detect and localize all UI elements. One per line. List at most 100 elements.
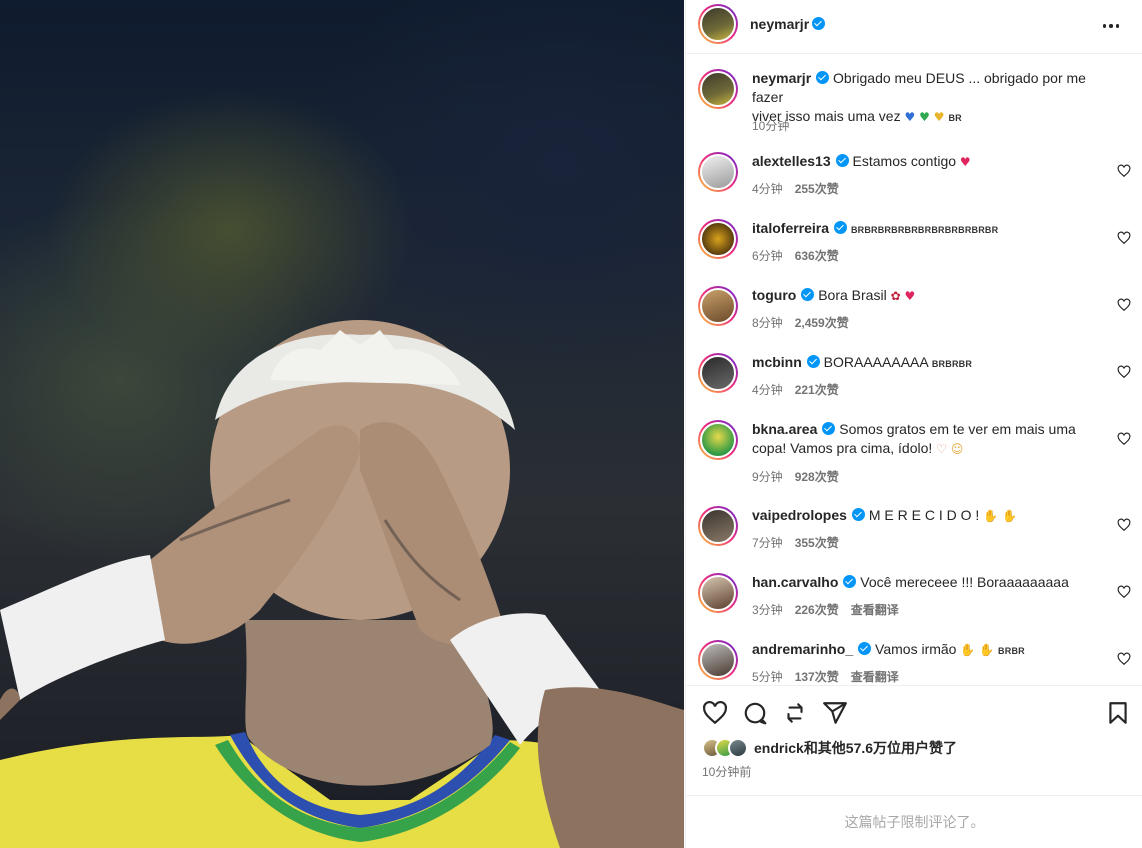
comment-meta: 5分钟 137次赞 查看翻译 xyxy=(752,668,911,685)
comment-text: Vamos irmão xyxy=(875,641,957,657)
verified-icon xyxy=(843,575,857,588)
commenter-avatar[interactable] xyxy=(698,420,738,460)
green-heart-icon: ♥ xyxy=(919,110,930,124)
heart-icon[interactable] xyxy=(1117,652,1131,666)
heart-icon[interactable] xyxy=(1117,432,1131,446)
comment-likes[interactable]: 137次赞 xyxy=(795,670,839,684)
comment-time: 8分钟 xyxy=(752,316,783,330)
verified-icon xyxy=(801,288,815,301)
comment-time: 3分钟 xyxy=(752,603,783,617)
see-translation-link[interactable]: 查看翻译 xyxy=(851,670,899,684)
heart-icon[interactable] xyxy=(1117,298,1131,312)
bookmark-icon[interactable] xyxy=(1105,700,1131,726)
comment-body: bkna.area Somos gratos em te ver em mais… xyxy=(752,420,1112,459)
commenter-avatar[interactable] xyxy=(698,219,738,259)
comment-text: Estamos contigo xyxy=(852,153,957,169)
commenter-avatar[interactable] xyxy=(698,286,738,326)
comment-icon[interactable] xyxy=(742,700,768,726)
author-name-wrap[interactable]: neymarjr xyxy=(750,16,826,32)
heart-icon[interactable] xyxy=(1117,585,1131,599)
comment-username[interactable]: mcbinn xyxy=(752,354,802,370)
commenter-avatar[interactable] xyxy=(698,640,738,680)
comment-username[interactable]: alextelles13 xyxy=(752,153,831,169)
comment-text-line2: copa! Vamos pra cima, ídolo! xyxy=(752,440,933,456)
comment-flags: BRBRBR xyxy=(931,359,973,369)
post-timestamp: 10分钟前 xyxy=(702,765,752,779)
comment-body: mcbinn BORAAAAAAAA BRBRBR xyxy=(752,353,1112,374)
verified-icon xyxy=(851,508,865,521)
heart-icon[interactable] xyxy=(1117,164,1131,178)
comment-time: 7分钟 xyxy=(752,536,783,550)
liker-name[interactable]: endrick xyxy=(754,740,804,756)
comment-meta: 4分钟 221次赞 xyxy=(752,381,851,398)
comment-username[interactable]: italoferreira xyxy=(752,220,829,236)
commenter-avatar[interactable] xyxy=(698,573,738,613)
verified-icon xyxy=(834,221,848,234)
verified-icon xyxy=(812,17,826,30)
verified-icon xyxy=(822,422,836,435)
comment-username[interactable]: han.carvalho xyxy=(752,574,838,590)
comment-flags: BRBR xyxy=(998,646,1025,656)
player-illustration xyxy=(0,320,684,848)
author-avatar[interactable] xyxy=(698,4,738,44)
comment-likes[interactable]: 255次赞 xyxy=(795,182,839,196)
comment-likes[interactable]: 636次赞 xyxy=(795,249,839,263)
share-icon[interactable] xyxy=(782,700,808,726)
post-side-panel: neymarjr neymarjr Obrigado meu DEUS ... … xyxy=(685,0,1142,848)
comment-likes[interactable]: 355次赞 xyxy=(795,536,839,550)
comment-time: 6分钟 xyxy=(752,249,783,263)
see-translation-link[interactable]: 查看翻译 xyxy=(851,603,899,617)
comments-list[interactable]: neymarjr Obrigado meu DEUS ... obrigado … xyxy=(686,55,1142,685)
blue-heart-icon: ♥ xyxy=(904,110,916,124)
comment-body: alextelles13 Estamos contigo ♥ xyxy=(752,152,1112,172)
author-username[interactable]: neymarjr xyxy=(750,16,809,32)
commenter-avatar[interactable] xyxy=(698,353,738,393)
comment-text: M E R E C I D O ! xyxy=(868,507,980,523)
likes-summary[interactable]: endrick和其他57.6万位用户赞了 xyxy=(702,738,957,758)
send-icon[interactable] xyxy=(822,700,848,726)
verified-icon xyxy=(816,71,830,84)
comment-username[interactable]: bkna.area xyxy=(752,421,817,437)
comments-limited-notice: 这篇帖子限制评论了。 xyxy=(686,795,1142,848)
comment-likes[interactable]: 221次赞 xyxy=(795,383,839,397)
comment-text: Você mereceee !!! Boraaaaaaaaa xyxy=(860,574,1069,590)
commenter-avatar[interactable] xyxy=(698,506,738,546)
comment-flags: BRBRBRBRBRBRBRBRBRBRBR xyxy=(850,225,999,235)
comment-meta: 9分钟 928次赞 xyxy=(752,468,851,485)
comment-meta: 8分钟 2,459次赞 xyxy=(752,314,861,331)
commenter-avatar[interactable] xyxy=(698,152,738,192)
comment-body: toguro Bora Brasil ✿ ♥ xyxy=(752,286,1112,306)
comment-likes[interactable]: 226次赞 xyxy=(795,603,839,617)
caption-username[interactable]: neymarjr xyxy=(752,70,811,86)
more-icon[interactable] xyxy=(1098,13,1124,39)
heart-icon[interactable] xyxy=(1117,365,1131,379)
clapping-hands-icon: ✋ xyxy=(983,509,999,523)
caption-body: neymarjr Obrigado meu DEUS ... obrigado … xyxy=(752,69,1112,128)
heart-icon[interactable] xyxy=(1117,518,1131,532)
verified-icon xyxy=(806,355,820,368)
likes-count-text[interactable]: 和其他57.6万位用户赞了 xyxy=(804,740,957,756)
smiling-face-icon: ☺ xyxy=(950,442,964,456)
liker-avatar[interactable] xyxy=(728,738,748,758)
comment-username[interactable]: toguro xyxy=(752,287,796,303)
heart-emoji-icon: ♥ xyxy=(959,155,971,169)
heart-hands-icon: ♡ xyxy=(936,442,947,456)
comment-body: han.carvalho Você mereceee !!! Boraaaaaa… xyxy=(752,573,1112,592)
clapping-hands-icon: ✋ xyxy=(1002,509,1017,523)
likes-text[interactable]: endrick和其他57.6万位用户赞了 xyxy=(754,738,957,758)
heart-emoji-icon: ♥ xyxy=(904,289,916,303)
comment-text: Bora Brasil xyxy=(818,287,887,303)
comment-username[interactable]: vaipedrolopes xyxy=(752,507,847,523)
comment-body: italoferreira BRBRBRBRBRBRBRBRBRBRBR xyxy=(752,219,1112,240)
comment-text: BORAAAAAAAA xyxy=(823,354,928,370)
comment-likes[interactable]: 928次赞 xyxy=(795,470,839,484)
comment-meta: 7分钟 355次赞 xyxy=(752,534,851,551)
comment-username[interactable]: andremarinho_ xyxy=(752,641,853,657)
comment-meta: 3分钟 226次赞 查看翻译 xyxy=(752,601,911,618)
heart-icon[interactable] xyxy=(1117,231,1131,245)
comment-time: 4分钟 xyxy=(752,383,783,397)
caption-time: 10分钟 xyxy=(752,119,790,133)
author-avatar-small[interactable] xyxy=(698,69,738,109)
comment-likes[interactable]: 2,459次赞 xyxy=(795,316,849,330)
heart-icon[interactable] xyxy=(702,700,728,726)
